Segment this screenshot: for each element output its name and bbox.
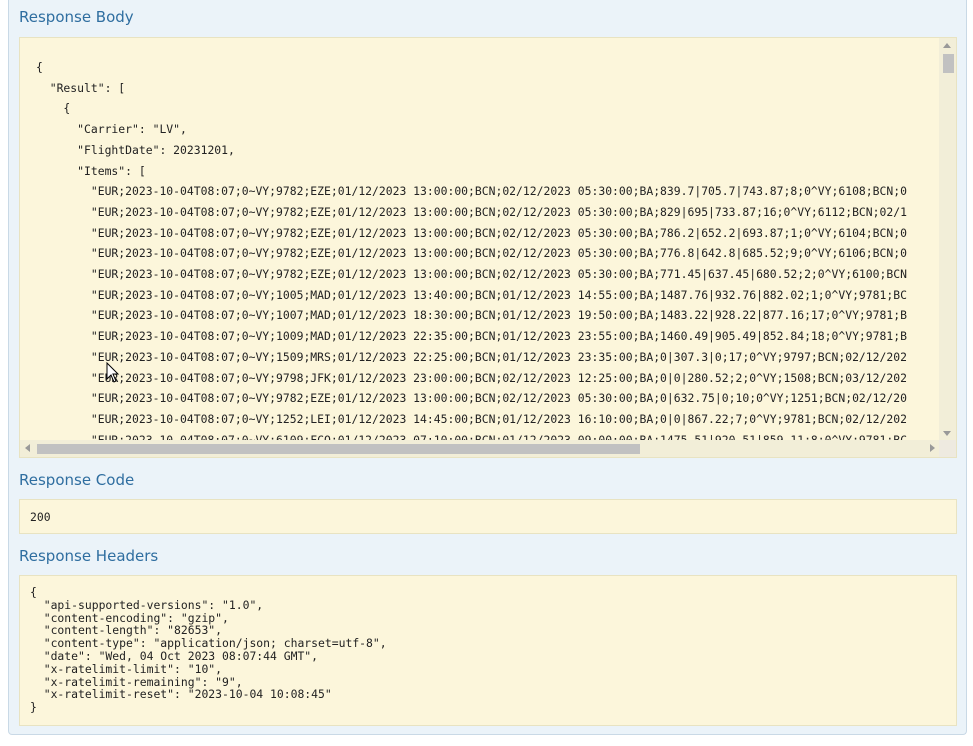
scroll-left-arrow-icon[interactable] (25, 444, 30, 452)
response-body-box[interactable]: { "Result": [ { "Carrier": "LV", "Flight… (19, 37, 957, 458)
scrollbar-corner (939, 440, 956, 457)
horizontal-scroll-thumb[interactable] (37, 444, 640, 454)
scroll-down-arrow-icon[interactable] (943, 431, 951, 436)
response-headers-title: Response Headers (19, 547, 159, 565)
response-headers-text: { "api-supported-versions": "1.0", "cont… (30, 585, 387, 715)
response-body-viewport[interactable]: { "Result": [ { "Carrier": "LV", "Flight… (20, 38, 940, 441)
response-body-text: { "Result": [ { "Carrier": "LV", "Flight… (36, 60, 907, 441)
scroll-up-arrow-icon[interactable] (943, 43, 951, 48)
response-code-value: 200 (30, 510, 51, 524)
vertical-scroll-thumb[interactable] (943, 54, 954, 73)
scroll-right-arrow-icon[interactable] (930, 444, 935, 452)
response-code-title: Response Code (19, 471, 135, 489)
mouse-pointer-icon (106, 362, 120, 383)
response-code-box: 200 (19, 499, 957, 534)
response-body-title: Response Body (19, 8, 134, 26)
vertical-scrollbar[interactable] (939, 38, 956, 441)
response-headers-box: { "api-supported-versions": "1.0", "cont… (19, 575, 957, 726)
horizontal-scrollbar[interactable] (20, 440, 940, 457)
